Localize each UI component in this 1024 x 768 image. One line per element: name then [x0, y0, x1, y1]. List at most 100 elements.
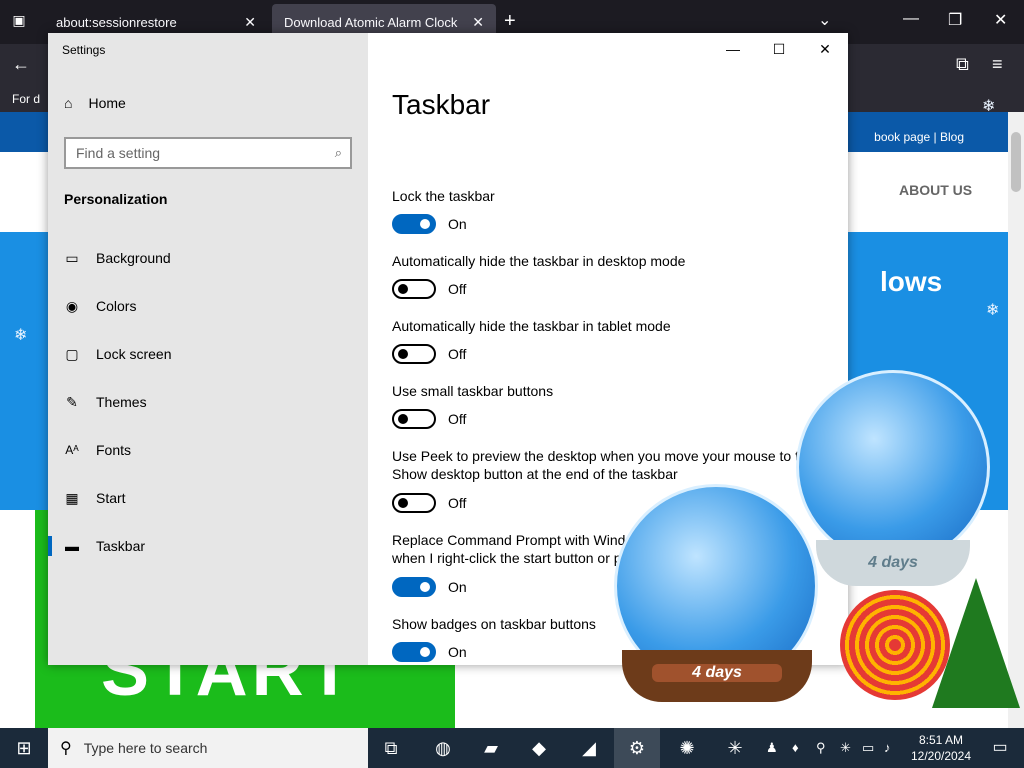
browser-close-icon[interactable]: ✕ [994, 10, 1007, 30]
toggle-switch[interactable] [392, 279, 436, 299]
roblox-icon[interactable]: ◆ [516, 728, 562, 768]
toggle-lock-taskbar[interactable]: On [392, 214, 467, 234]
taskbar-search[interactable]: ⚲ Type here to search [48, 728, 368, 768]
snow-globe-right [796, 370, 990, 564]
search-icon: ⌕ [334, 145, 342, 160]
start-button[interactable]: ⊞ [0, 728, 48, 768]
scrollbar-thumb[interactable] [1011, 132, 1021, 192]
sidebar-item-start[interactable]: ▦ Start [48, 478, 368, 518]
browser-tab-label: Download Atomic Alarm Clock [284, 14, 458, 30]
nav-home-label: Home [88, 95, 126, 111]
sidebar-item-themes[interactable]: ✎ Themes [48, 382, 368, 422]
days-label: 4 days [652, 664, 782, 682]
toggle-autohide-desktop[interactable]: Off [392, 279, 466, 299]
days-label: 4 days [868, 554, 918, 571]
toggle-state: Off [448, 495, 467, 511]
toggle-badges[interactable]: On [392, 642, 467, 662]
option-label: Lock the taskbar [392, 188, 495, 204]
toggle-switch[interactable] [392, 409, 436, 429]
sidebar-item-fonts[interactable]: Aᴬ Fonts [48, 430, 368, 470]
sidebar-item-label: Themes [96, 394, 147, 410]
themes-icon: ✎ [66, 394, 78, 410]
toggle-state: Off [448, 346, 467, 362]
taskbar-clock[interactable]: 8:51 AM 12/20/2024 [906, 732, 976, 764]
start-icon: ▦ [65, 490, 79, 506]
toggle-state: On [448, 579, 467, 595]
find-setting-box[interactable]: ⌕ [64, 137, 352, 169]
toggle-autohide-tablet[interactable]: Off [392, 344, 466, 364]
browser-restore-icon[interactable]: ❐ [948, 10, 962, 30]
toggle-peek[interactable]: Off [392, 493, 466, 513]
new-tab-button[interactable]: + [504, 10, 516, 33]
option-label: Use small taskbar buttons [392, 383, 554, 399]
site-top-links[interactable]: book page | Blog [874, 130, 964, 144]
sidebar-item-label: Background [96, 250, 171, 266]
toggle-switch[interactable] [392, 577, 436, 597]
task-view-icon[interactable]: ⧉ [368, 728, 414, 768]
sidebar-item-lock-screen[interactable]: ▢ Lock screen [48, 334, 368, 374]
clock-time: 8:51 AM [918, 733, 964, 747]
file-explorer-icon[interactable]: ▰ [468, 728, 514, 768]
extensions-icon[interactable]: ⧉ [956, 54, 969, 75]
site-nav-about[interactable]: ABOUT US [899, 182, 972, 198]
sidebar-item-label: Start [96, 490, 126, 506]
settings-icon[interactable]: ⚙ [614, 728, 660, 768]
firefox-icon[interactable]: ◍ [420, 728, 466, 768]
app-icon[interactable]: ◢ [566, 728, 612, 768]
bookmark-label[interactable]: For d [12, 92, 40, 106]
sidebar-item-label: Fonts [96, 442, 132, 458]
site-hero-title: lows [880, 266, 943, 297]
toggle-switch[interactable] [392, 214, 436, 234]
toggle-switch[interactable] [392, 493, 436, 513]
snow-globe-left-base: 4 days [622, 650, 812, 702]
section-title: Personalization [64, 191, 168, 207]
toggle-small-buttons[interactable]: Off [392, 409, 466, 429]
option-label: Use Peek to preview the desktop when you… [392, 448, 815, 482]
back-arrow-icon[interactable]: ← [12, 54, 30, 75]
sidebar-item-background[interactable]: ▭ Background [48, 238, 368, 278]
find-setting-input[interactable] [66, 139, 316, 167]
settings-nav-pane: Settings ⌂ Home ⌕ Personalization ▭ Back… [48, 33, 368, 665]
app-globe-icon[interactable]: ✺ [664, 728, 710, 768]
snowflake-icon: ❄ [14, 327, 28, 344]
tab-list-icon[interactable]: ▣ [8, 12, 30, 32]
chevron-down-icon[interactable]: ⌄ [818, 10, 831, 30]
lock-screen-icon: ▢ [65, 346, 79, 362]
search-tray-icon[interactable]: ⚲ [816, 740, 826, 756]
windows-taskbar: ⊞ ⚲ Type here to search ⧉ ◍ ▰ ◆ ◢ ⚙ ✺ ✳ … [0, 728, 1024, 768]
nav-home[interactable]: ⌂ Home [64, 95, 126, 111]
page-title: Taskbar [392, 89, 491, 120]
toggle-switch[interactable] [392, 344, 436, 364]
taskbar-icon: ▬ [65, 538, 79, 554]
toggle-state: Off [448, 281, 467, 297]
toggle-powershell[interactable]: On [392, 577, 467, 597]
toggle-state: On [448, 644, 467, 660]
snowflake-icon: ❄ [986, 302, 1000, 319]
christmas-tree [932, 578, 1020, 708]
palette-icon: ◉ [65, 298, 79, 314]
taskbar-search-placeholder: Type here to search [83, 740, 208, 756]
clock-date: 12/20/2024 [910, 749, 972, 763]
notification-icon[interactable]: ▭ [976, 728, 1024, 768]
toggle-state: On [448, 216, 467, 232]
browser-tab-label: about:sessionrestore [56, 14, 177, 30]
sidebar-item-label: Colors [96, 298, 137, 314]
sidebar-item-label: Taskbar [96, 538, 146, 554]
menu-icon[interactable]: ≡ [992, 54, 1003, 75]
sidebar-item-colors[interactable]: ◉ Colors [48, 286, 368, 326]
toggle-switch[interactable] [392, 642, 436, 662]
sidebar-item-label: Lock screen [96, 346, 172, 362]
close-tab-icon[interactable]: ✕ [472, 14, 484, 31]
people-icon[interactable]: ♟ [766, 740, 778, 756]
option-label: Automatically hide the taskbar in deskto… [392, 253, 686, 269]
network-icon[interactable]: ▭ [862, 740, 874, 756]
snowflake-tray-icon[interactable]: ✳ [840, 740, 851, 756]
sidebar-item-taskbar[interactable]: ▬ Taskbar [48, 526, 368, 566]
home-icon: ⌂ [64, 95, 73, 111]
drop-icon[interactable]: ♦ [792, 740, 799, 755]
volume-icon[interactable]: ♪ [884, 740, 891, 755]
browser-minimize-icon[interactable]: — [903, 10, 919, 28]
close-tab-icon[interactable]: ✕ [244, 14, 256, 31]
toggle-state: Off [448, 411, 467, 427]
snowflake-app-icon[interactable]: ✳ [712, 728, 758, 768]
